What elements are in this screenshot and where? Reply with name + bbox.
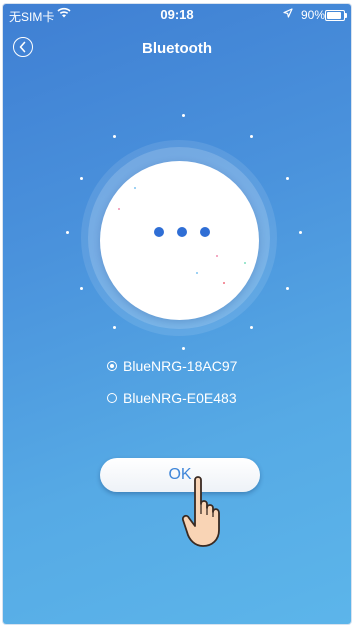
sparkle-decoration xyxy=(118,208,120,210)
star-decoration xyxy=(80,177,83,180)
star-decoration xyxy=(250,326,253,329)
sparkle-decoration xyxy=(196,272,198,274)
star-decoration xyxy=(113,326,116,329)
device-name: BlueNRG-E0E483 xyxy=(123,390,237,406)
app-screen: 无SIM卡 09:18 90% Bluetooth BlueNRG-18AC97… xyxy=(3,4,351,624)
star-decoration xyxy=(286,177,289,180)
device-name: BlueNRG-18AC97 xyxy=(123,358,238,374)
star-decoration xyxy=(250,135,253,138)
sparkle-decoration xyxy=(216,255,218,257)
device-option[interactable]: BlueNRG-E0E483 xyxy=(107,390,237,406)
radio-selected-icon[interactable] xyxy=(107,361,117,371)
sparkle-decoration xyxy=(134,187,136,189)
star-decoration xyxy=(286,287,289,290)
star-decoration xyxy=(182,347,185,350)
device-option[interactable]: BlueNRG-18AC97 xyxy=(107,358,237,374)
page-title: Bluetooth xyxy=(142,40,212,57)
battery-percent: 90% xyxy=(300,8,325,22)
star-decoration xyxy=(80,287,83,290)
radio-unselected-icon[interactable] xyxy=(107,393,117,403)
star-decoration xyxy=(182,114,185,117)
battery-icon xyxy=(325,10,347,21)
scan-dot xyxy=(154,227,164,237)
pointing-hand-icon xyxy=(181,474,231,557)
scan-dot xyxy=(177,227,187,237)
scan-dot xyxy=(200,227,210,237)
star-decoration xyxy=(299,231,302,234)
sparkle-decoration xyxy=(223,282,225,284)
star-decoration xyxy=(113,135,116,138)
clock: 09:18 xyxy=(160,7,194,22)
star-decoration xyxy=(66,231,69,234)
sparkle-decoration xyxy=(244,262,246,264)
scan-disc xyxy=(100,161,259,320)
status-bar: 无SIM卡 09:18 90% xyxy=(3,4,351,24)
ok-button[interactable]: OK xyxy=(100,458,260,492)
location-arrow-icon xyxy=(283,7,293,21)
